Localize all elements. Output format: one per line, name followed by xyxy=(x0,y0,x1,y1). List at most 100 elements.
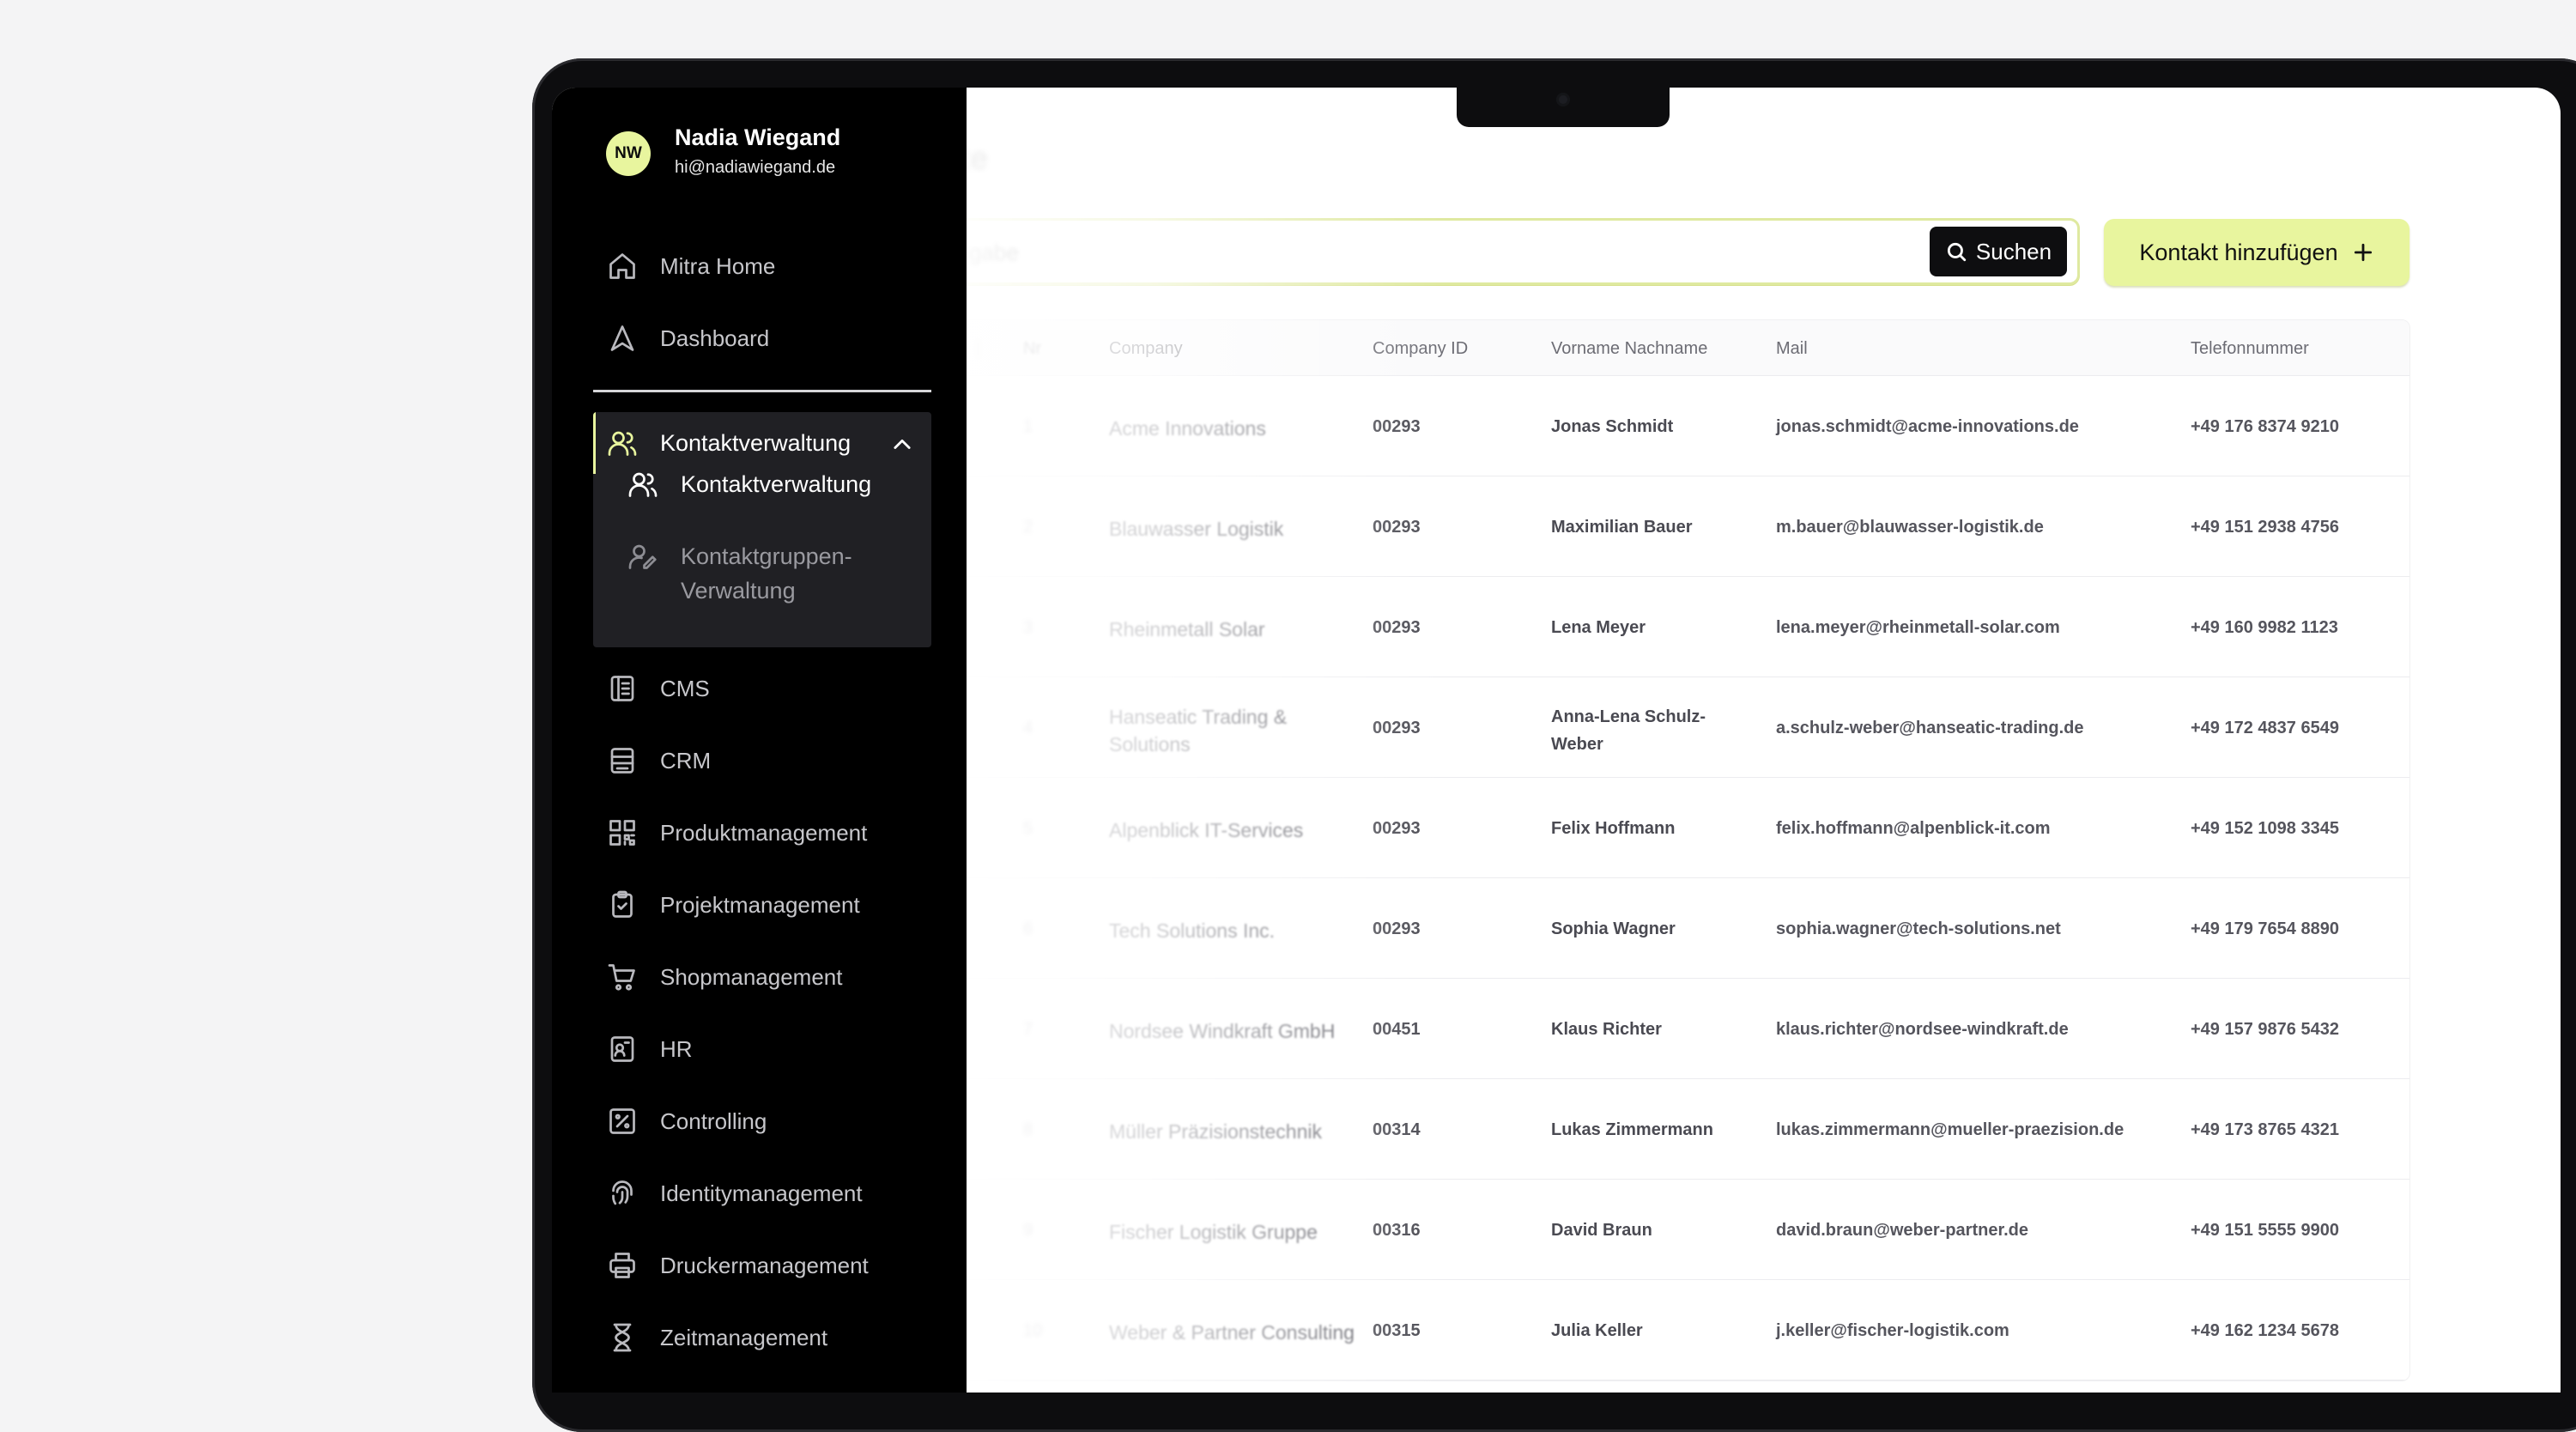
table-row[interactable]: 10 Weber & Partner Consulting 00315 Juli… xyxy=(950,1280,2409,1380)
cell-company-id: 00315 xyxy=(1373,1321,1421,1340)
sidebar-item-label: HR xyxy=(660,1035,693,1062)
sidebar-item-hr[interactable]: HR xyxy=(593,1018,931,1080)
user-edit-icon xyxy=(626,539,660,573)
camera-notch xyxy=(1457,88,1670,127)
cell-phone: +49 151 2938 4756 xyxy=(2191,518,2339,537)
cell-nr: 3 xyxy=(1023,618,1033,637)
sidebar-divider xyxy=(593,390,931,392)
printer-icon xyxy=(605,1248,639,1283)
hourglass-icon xyxy=(605,1320,639,1355)
sidebar-item-mitra-home[interactable]: Mitra Home xyxy=(593,235,931,297)
table-header: | Nr Company Company ID Vorname Nachname… xyxy=(950,320,2409,376)
sidebar-subitem-label: Kontaktgruppen-Verwaltung xyxy=(681,543,852,604)
sidebar-item-label: Zeitmanagement xyxy=(660,1324,828,1350)
cell-nr: 8 xyxy=(1023,1120,1033,1139)
table-row[interactable]: 2 Blauwasser Logistik 00293 Maximilian B… xyxy=(950,476,2409,577)
cell-mail: lukas.zimmermann@mueller-praezision.de xyxy=(1776,1120,2124,1139)
sidebar-item-produktmanagement[interactable]: Produktmanagement xyxy=(593,802,931,864)
cell-phone: +49 152 1098 3345 xyxy=(2191,819,2339,838)
cell-phone: +49 176 8374 9210 xyxy=(2191,417,2339,436)
table-row[interactable]: 6 Tech Solutions Inc. 00293 Sophia Wagne… xyxy=(950,878,2409,979)
cell-phone: +49 160 9982 1123 xyxy=(2191,618,2338,637)
table-row[interactable]: 7 Nordsee Windkraft GmbH 00451 Klaus Ric… xyxy=(950,979,2409,1079)
cell-name: Maximilian Bauer xyxy=(1551,518,1693,537)
cell-mail: sophia.wagner@tech-solutions.net xyxy=(1776,919,2061,938)
cell-company-id: 00293 xyxy=(1373,417,1421,436)
cell-company: Fischer Logistik Gruppe xyxy=(1109,1221,1318,1243)
add-contact-label: Kontakt hinzufügen xyxy=(2139,239,2338,265)
avatar: NW xyxy=(606,131,651,176)
sidebar-subitem-kontaktverwaltung[interactable]: Kontaktverwaltung xyxy=(626,467,918,501)
table-row[interactable]: 9 Fischer Logistik Gruppe 00316 David Br… xyxy=(950,1180,2409,1280)
sidebar-item-label: Druckermanagement xyxy=(660,1252,869,1278)
cell-company: Rheinmetall Solar xyxy=(1109,618,1265,640)
search-input-value: gabe xyxy=(969,240,1019,265)
search-button[interactable]: Suchen xyxy=(1930,227,2067,276)
table-row[interactable]: 4 Hanseatic Trading & Solutions 00293 An… xyxy=(950,677,2409,778)
cell-mail: j.keller@fischer-logistik.com xyxy=(1776,1321,2009,1340)
sidebar-item-shopmanagement[interactable]: Shopmanagement xyxy=(593,946,931,1008)
sidebar-item-controlling[interactable]: Controlling xyxy=(593,1090,931,1152)
table-row[interactable]: 3 Rheinmetall Solar 00293 Lena Meyer len… xyxy=(950,577,2409,677)
sidebar-item-label: Shopmanagement xyxy=(660,963,843,990)
user-name: Nadia Wiegand xyxy=(675,124,841,150)
sidebar-item-label: CRM xyxy=(660,747,712,774)
cell-name: Anna-Lena Schulz-Weber xyxy=(1551,707,1706,754)
home-icon xyxy=(605,249,639,283)
header-phone: Telefonnummer xyxy=(2191,339,2309,358)
cell-company: Blauwasser Logistik xyxy=(1109,518,1284,540)
header-nr: Nr xyxy=(1023,339,1042,358)
cell-company-id: 00314 xyxy=(1373,1120,1421,1139)
cell-name: Jonas Schmidt xyxy=(1551,417,1674,436)
sidebar-subitem-kontaktgruppen[interactable]: Kontaktgruppen-Verwaltung xyxy=(626,539,918,608)
search-input[interactable]: gabe Suchen xyxy=(949,218,2080,285)
cell-name: Lena Meyer xyxy=(1551,618,1646,637)
table-row[interactable]: 1 Acme Innovations 00293 Jonas Schmidt j… xyxy=(950,376,2409,476)
cell-name: David Braun xyxy=(1551,1221,1652,1240)
sidebar-item-cms[interactable]: CMS xyxy=(593,658,931,719)
app-screen: kte gabe Suchen Kontakt hinzufügen | Nr … xyxy=(552,88,2561,1393)
sidebar-group-label: Kontaktverwaltung xyxy=(660,429,852,456)
cell-nr: 9 xyxy=(1023,1221,1033,1240)
sidebar-item-label: Controlling xyxy=(660,1107,767,1134)
search-button-label: Suchen xyxy=(1975,238,2052,264)
header-name: Vorname Nachname xyxy=(1551,339,1708,358)
user-email: hi@nadiawiegand.de xyxy=(675,158,836,177)
qr-code-icon xyxy=(605,816,639,850)
sidebar-item-identitymanagement[interactable]: Identitymanagement xyxy=(593,1162,931,1224)
cell-company-id: 00293 xyxy=(1373,819,1421,838)
percent-icon xyxy=(605,1104,639,1138)
sidebar-item-label: Dashboard xyxy=(660,325,770,351)
sidebar-item-crm[interactable]: CRM xyxy=(593,730,931,792)
add-contact-button[interactable]: Kontakt hinzufügen xyxy=(2104,219,2409,286)
cell-phone: +49 157 9876 5432 xyxy=(2191,1020,2339,1039)
table-row[interactable]: 5 Alpenblick IT-Services 00293 Felix Hof… xyxy=(950,778,2409,878)
list-icon xyxy=(605,743,639,778)
cell-phone: +49 179 7654 8890 xyxy=(2191,919,2339,938)
header-company-id: Company ID xyxy=(1373,339,1469,358)
cell-name: Sophia Wagner xyxy=(1551,919,1676,938)
camera-icon xyxy=(1556,93,1570,106)
sidebar-item-zeitmanagement[interactable]: Zeitmanagement xyxy=(593,1307,931,1368)
shopping-cart-icon xyxy=(605,960,639,994)
cell-phone: +49 173 8765 4321 xyxy=(2191,1120,2339,1139)
cell-company-id: 00293 xyxy=(1373,618,1421,637)
sidebar-item-druckermanagement[interactable]: Druckermanagement xyxy=(593,1235,931,1296)
cell-nr: 10 xyxy=(1023,1321,1043,1340)
sidebar-item-projektmanagement[interactable]: Projektmanagement xyxy=(593,874,931,936)
cell-nr: 7 xyxy=(1023,1020,1033,1039)
layout-icon xyxy=(605,671,639,706)
cell-company: Nordsee Windkraft GmbH xyxy=(1109,1020,1336,1042)
cell-name: Klaus Richter xyxy=(1551,1020,1662,1039)
cell-nr: 4 xyxy=(1023,719,1033,737)
table-row[interactable]: 8 Müller Präzisionstechnik 00314 Lukas Z… xyxy=(950,1079,2409,1180)
cell-company: Acme Innovations xyxy=(1109,417,1266,440)
sidebar-group-toggle[interactable]: Kontaktverwaltung xyxy=(593,412,931,474)
header-mail: Mail xyxy=(1776,339,1808,358)
chevron-up-icon[interactable] xyxy=(890,433,914,457)
cell-mail: david.braun@weber-partner.de xyxy=(1776,1221,2029,1240)
sidebar-item-dashboard[interactable]: Dashboard xyxy=(593,307,931,369)
id-card-icon xyxy=(605,1032,639,1066)
cell-company-id: 00293 xyxy=(1373,919,1421,938)
cell-nr: 5 xyxy=(1023,819,1033,838)
